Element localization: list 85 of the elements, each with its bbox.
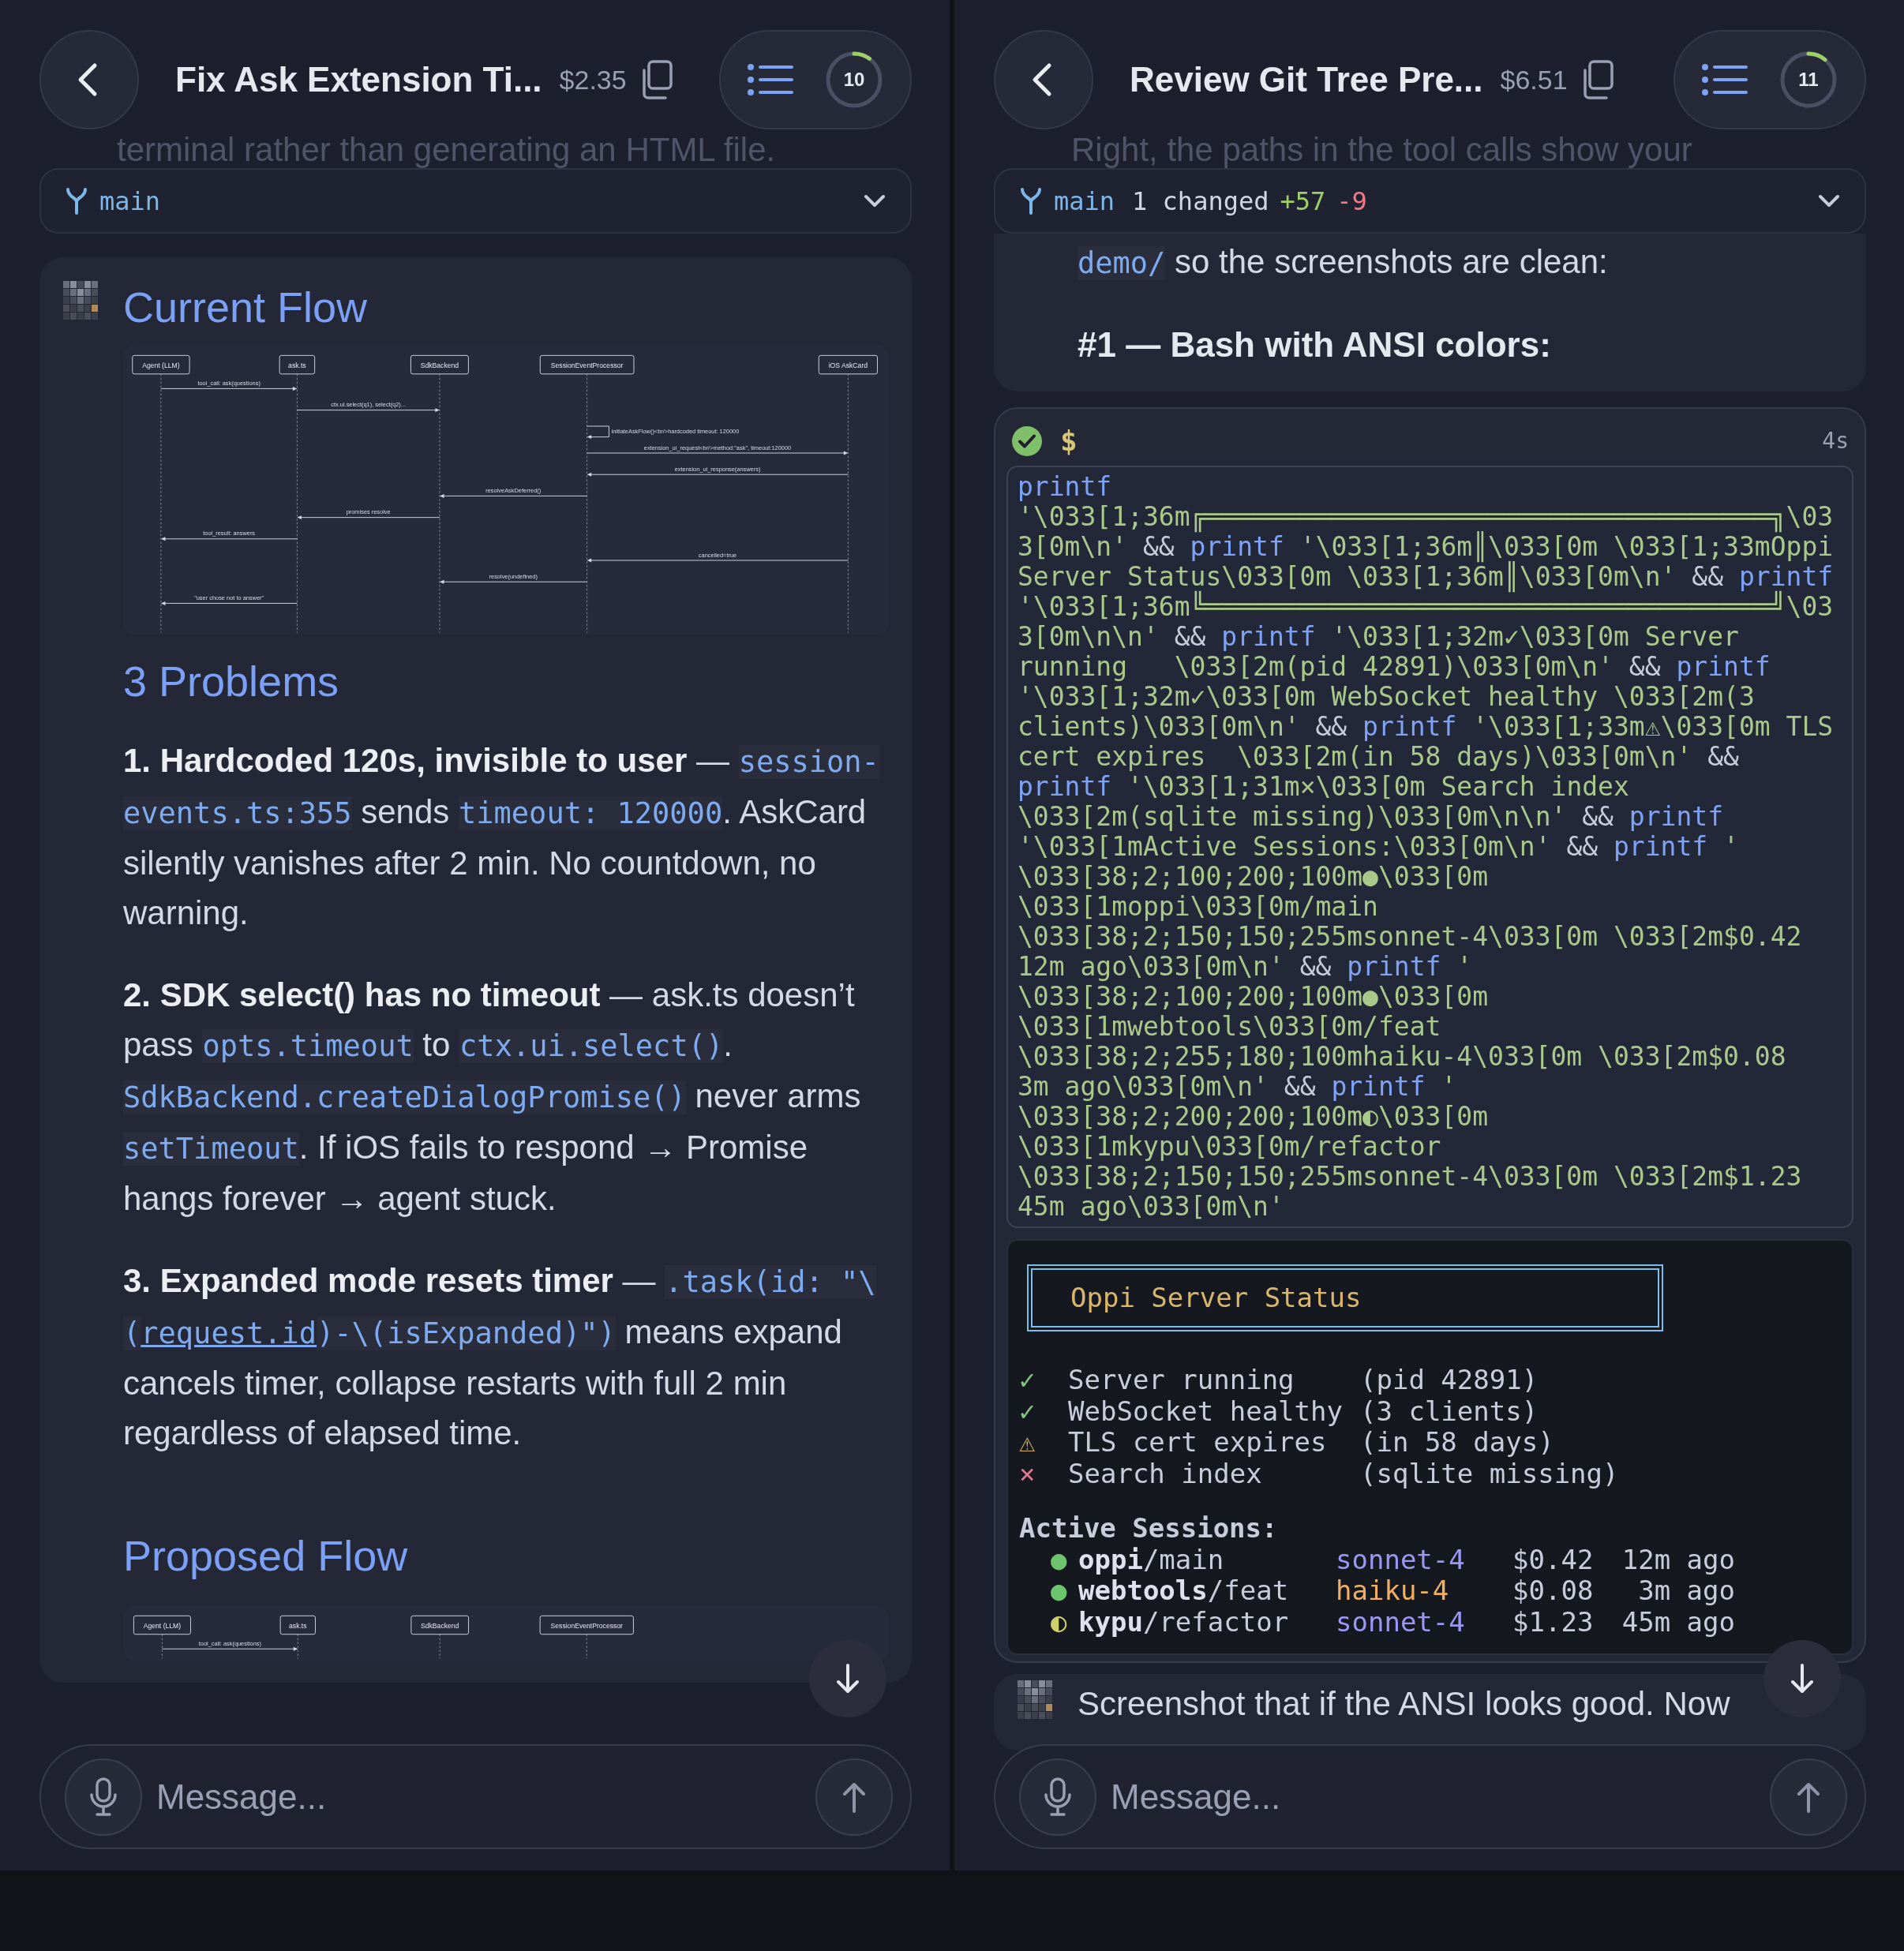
message-field[interactable]: Message... (39, 1744, 912, 1849)
status-symbol: ⚠ (1019, 1427, 1036, 1459)
session-name: kypu/refactor (1078, 1606, 1290, 1638)
session-age: 45m ago (1621, 1606, 1735, 1638)
shell-prompt: $ (1060, 424, 1078, 459)
branch-name: main (1054, 185, 1115, 218)
paragraph-text: demo/ so the screenshots are clean: (1078, 242, 1609, 282)
status-label: Server running (1068, 1365, 1295, 1396)
command-block: printf '\033[1;36m╔════════════════════════════════════╗\033[0m\n' && printf '\033[1;36m║\033[0m \033[1;33mOppi Server Status\033[0m \033[1;36m║\033[0m\n' && printf '\033[1;36m╚════════════════════════════════════╝\033[0m\n\n' && printf '\033[1;32m✓\033[0m Server running \033[2m(pid 42891)\033[0m\n' && printf '\033[1;32m✓\033[0m WebSocket healthy \033[2m(3 clients)\033[0m\n' && printf '\033[1;33m⚠\033[0m TLS cert expires \033[2m(in 58 days)\033[0m\n' && printf '\033[1;31m×\033[0m Search index \033[2m(sqlite missing)\033[0m\n\n' && printf '\033[1mActive Sessions:\033[0m\n' && printf ' \033[38;2;100;200;100m●\033[0m \033[1moppi\033[0m/main \033[38;2;150;150;255msonnet-4\033[0m \033[2m$0.42 12m ago\033[0m\n' && printf ' \033[38;2;100;200;100m●\033[0m \033[1mwebtools\033[0m/feat \033[38;2;255;180;100mhaiku-4\033[0m \033[2m$0.08 3m ago\033[0m\n' && printf ' \033[38;2;200;200;100m◐\033[0m \033[1mkypu\033[0m/refactor \033[38;2;150;150;255msonnet-4\033[0m \033[2m$1.23 45m ago\033[0m\n' (1006, 466, 1853, 1228)
branch-name: main (99, 185, 161, 218)
outline-button[interactable] (1701, 62, 1748, 97)
status-symbol: ✓ (1019, 1365, 1036, 1396)
model-name: sonnet-4 (1336, 1544, 1466, 1575)
session-name: webtools/feat (1078, 1575, 1290, 1607)
arrow-down-icon (834, 1663, 861, 1694)
chevron-down-icon (863, 193, 886, 209)
section-heading: Proposed Flow (123, 1531, 409, 1582)
model-name: sonnet-4 (1336, 1606, 1466, 1638)
list-icon (747, 62, 794, 97)
session-dot: ◐ (1051, 1606, 1068, 1638)
session-age: 3m ago (1638, 1575, 1735, 1607)
message-input[interactable]: Message... (1109, 1769, 1757, 1824)
participant-box: SdkBackend (410, 1615, 469, 1635)
bold-heading-text: #1 — Bash with ANSI colors: (1078, 324, 1552, 365)
lifeline (297, 1633, 298, 1659)
paragraph-text: Screenshot that if the ANSI looks good. Now (1078, 1684, 1731, 1724)
session-title: Fix Ask Extension Ti... (175, 59, 542, 100)
session-cost: $0.08 (1512, 1575, 1595, 1607)
link[interactable]: request.id (141, 1316, 317, 1351)
lines-added: +57 (1280, 185, 1326, 218)
session-age: 12m ago (1621, 1544, 1735, 1575)
microphone-icon (1044, 1777, 1072, 1817)
participant-box: SessionEventProcessor (539, 1615, 634, 1635)
duration-label: 4s (1822, 427, 1849, 455)
branch-icon (65, 186, 88, 215)
session-cost: $0.42 (1512, 1544, 1595, 1575)
arrow-down-icon (1789, 1663, 1816, 1694)
participant-box: ask.ts (279, 355, 316, 375)
session-name: oppi/main (1078, 1544, 1225, 1575)
model-name: haiku-4 (1336, 1575, 1450, 1607)
section-heading: Current Flow (123, 283, 369, 332)
participant-box: iOS AskCard (818, 355, 878, 375)
paragraph-text: 1. Hardcoded 120s, invisible to user — session-events.ts:355 sends timeout: 120000. AskCard silently vanishes after 2 min. No countdown, no warning. (123, 741, 880, 934)
message-field[interactable]: Message... (994, 1744, 1866, 1849)
session-cost: $1.23 (1512, 1606, 1595, 1638)
branch-bar[interactable]: main (39, 168, 912, 234)
outline-button[interactable] (747, 62, 794, 97)
status-detail: (in 58 days) (1360, 1427, 1555, 1459)
participant-box: SessionEventProcessor (539, 355, 635, 375)
status-label: Search index (1068, 1458, 1263, 1489)
lifeline (162, 1633, 163, 1659)
list-icon (1701, 62, 1748, 97)
branch-icon (1019, 186, 1043, 215)
status-detail: (sqlite missing) (1360, 1458, 1620, 1489)
status-detail: (pid 42891) (1360, 1365, 1539, 1396)
branch-bar[interactable]: main 1 changed +57 -9 (994, 168, 1866, 234)
lines-removed: -9 (1336, 185, 1367, 218)
session-cost-label: $2.35 (559, 63, 627, 96)
status-label: TLS cert expires (1068, 1427, 1328, 1459)
status-symbol: × (1019, 1458, 1036, 1489)
session-title: Review Git Tree Pre... (1130, 59, 1483, 100)
lifeline (439, 1633, 440, 1659)
section-heading: 3 Problems (123, 657, 340, 707)
session-dot: ● (1051, 1575, 1068, 1607)
chevron-down-icon (1817, 193, 1841, 209)
message-arrow (587, 425, 609, 440)
banner-title: Oppi Server Status (1027, 1264, 1663, 1331)
paragraph-text: 2. SDK select() has no timeout — ask.ts doesn’t pass opts.timeout to ctx.ui.select(). SdkBackend.createDialogPromise() never arms setTimeout. If iOS fails to respond → Promise hangs forever → agent stuck. (123, 976, 862, 1219)
sessions-heading: Active Sessions: (1019, 1513, 1279, 1545)
context-label: 11 (1798, 68, 1819, 92)
microphone-icon (89, 1777, 118, 1817)
participant-box: Agent (LLM) (132, 355, 190, 375)
status-symbol: ✓ (1019, 1395, 1036, 1427)
session-cost-label: $6.51 (1500, 63, 1568, 96)
status-label: WebSocket healthy (1068, 1395, 1343, 1427)
participant-box: SdkBackend (410, 355, 469, 375)
paragraph-text: 3. Expanded mode resets timer — .task(id: "\(request.id)-\(isExpanded)") means expand cancels timer, collapse restarts with full 2 min regardless of elapsed time. (123, 1261, 877, 1454)
session-dot: ● (1051, 1544, 1068, 1575)
message-input[interactable]: Message... (155, 1769, 803, 1824)
context-label: 10 (843, 68, 865, 92)
status-detail: (3 clients) (1360, 1395, 1539, 1427)
participant-box: Agent (LLM) (133, 1615, 191, 1635)
lifeline (586, 1633, 587, 1659)
participant-box: ask.ts (279, 1615, 316, 1635)
changes-count: 1 changed (1132, 185, 1269, 218)
